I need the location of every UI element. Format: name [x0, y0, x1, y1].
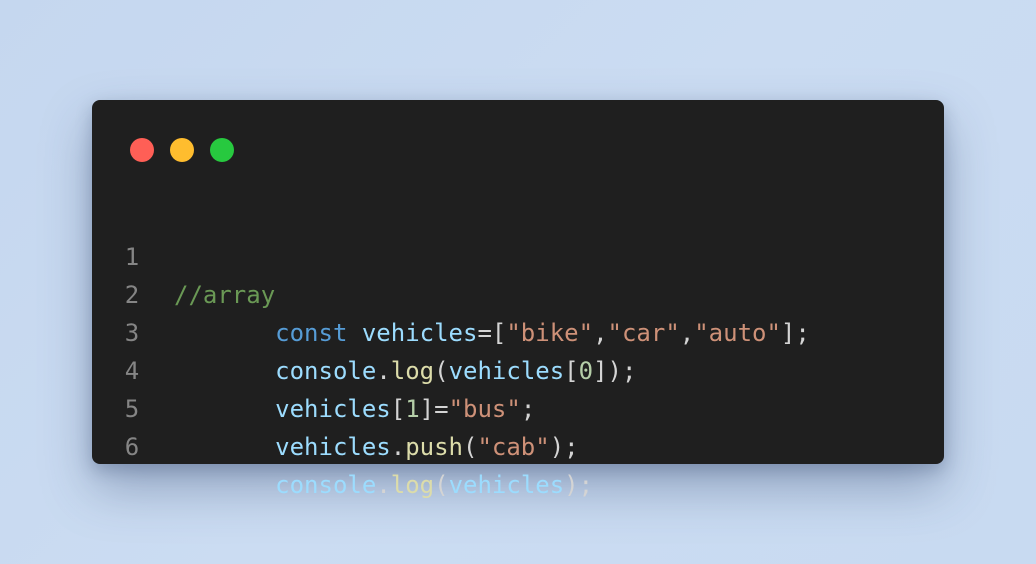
code-token: console: [275, 471, 377, 499]
code-token: .: [376, 471, 391, 499]
code-line: 1 //array: [92, 200, 944, 309]
code-token: push: [405, 433, 463, 461]
code-token: (: [434, 471, 449, 499]
code-window: 1 //array 2 const vehicles=["bike","car"…: [92, 100, 944, 499]
code-token: );: [564, 471, 594, 499]
line-number: 6: [124, 433, 140, 461]
code-token: (: [463, 433, 478, 461]
code-line: 3 console.log(vehicles[0]);: [92, 276, 944, 385]
code-line: 5 vehicles.push("cab");: [92, 352, 944, 461]
code-token: "cab": [477, 433, 550, 461]
code-token: .: [390, 433, 406, 461]
minimize-button[interactable]: [170, 138, 194, 162]
close-button[interactable]: [130, 138, 154, 162]
code-line: 2 const vehicles=["bike","car","auto"];: [92, 238, 944, 347]
line-code: console.log(vehicles);: [174, 466, 593, 504]
code-token: vehicles: [448, 471, 565, 499]
code-line: 6 console.log(vehicles);: [92, 390, 944, 499]
code-editor[interactable]: 1 //array 2 const vehicles=["bike","car"…: [92, 200, 944, 499]
maximize-button[interactable]: [210, 138, 234, 162]
code-token: vehicles: [275, 433, 391, 461]
line-code: vehicles.push("cab");: [174, 428, 579, 466]
code-token: );: [549, 433, 579, 461]
code-token: log: [390, 471, 435, 499]
code-line: 4 vehicles[1]="bus";: [92, 314, 944, 423]
